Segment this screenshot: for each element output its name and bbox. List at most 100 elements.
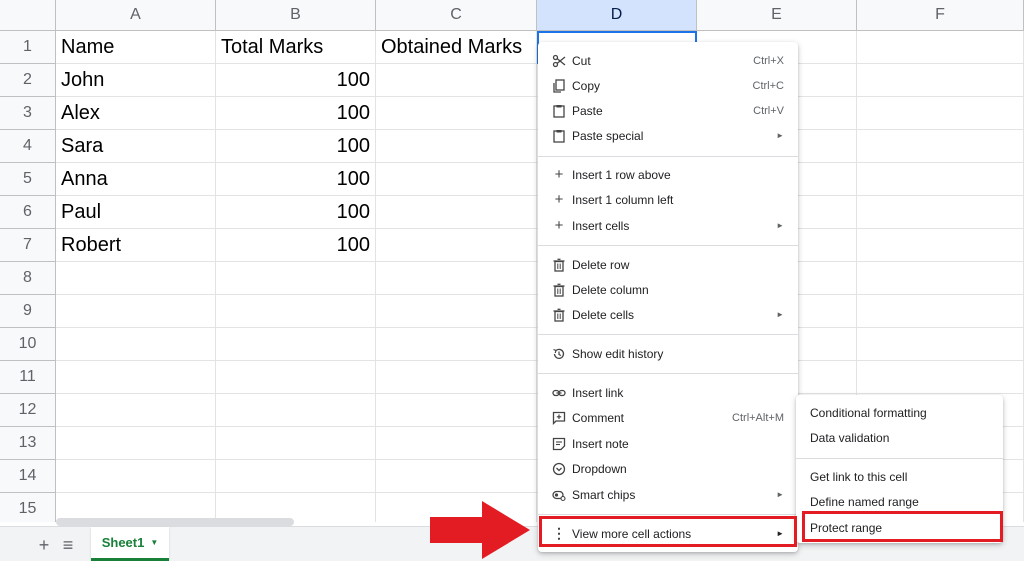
link-icon [552,386,566,400]
grid-cell[interactable] [56,394,216,427]
cell-a5[interactable]: Anna [56,163,216,196]
column-header-d[interactable]: D [537,0,697,31]
row-header-12[interactable]: 12 [0,394,56,427]
grid-cell[interactable] [216,394,376,427]
cell-a2[interactable]: John [56,64,216,97]
menu-item-copy[interactable]: Copy Ctrl+C [538,73,798,98]
menu-item-paste[interactable]: Paste Ctrl+V [538,98,798,123]
grid-cell[interactable] [857,262,1024,295]
grid-cell[interactable] [857,328,1024,361]
grid-cell[interactable] [56,295,216,328]
grid-cell[interactable] [376,262,537,295]
grid-cell[interactable] [216,460,376,493]
row-header-8[interactable]: 8 [0,262,56,295]
menu-item-insert-row-above[interactable]: + Insert 1 row above [538,162,798,187]
cell-b3[interactable]: 100 [216,97,376,130]
submenu-item-data-validation[interactable]: Data validation [796,425,1003,450]
grid-cell[interactable] [857,229,1024,262]
column-header-b[interactable]: B [216,0,376,31]
grid-cell[interactable] [376,328,537,361]
menu-item-delete-cells[interactable]: Delete cells ► [538,302,798,327]
all-sheets-button[interactable]: ≡ [58,535,78,555]
grid-cell[interactable] [56,460,216,493]
row-header-5[interactable]: 5 [0,163,56,196]
row-header-9[interactable]: 9 [0,295,56,328]
row-header-7[interactable]: 7 [0,229,56,262]
grid-cell[interactable] [857,361,1024,394]
cell-b6[interactable]: 100 [216,196,376,229]
menu-item-smart-chips[interactable]: Smart chips ► [538,482,798,507]
menu-item-insert-cells[interactable]: + Insert cells ► [538,213,798,238]
cell-b2[interactable]: 100 [216,64,376,97]
grid-cell[interactable] [376,130,537,163]
grid-cell[interactable] [857,196,1024,229]
menu-item-insert-link[interactable]: Insert link [538,380,798,405]
grid-cell[interactable] [857,130,1024,163]
menu-item-insert-column-left[interactable]: + Insert 1 column left [538,187,798,212]
grid-cell[interactable] [857,64,1024,97]
menu-item-comment[interactable]: Comment Ctrl+Alt+M [538,405,798,430]
menu-item-dropdown[interactable]: Dropdown [538,456,798,481]
menu-item-paste-special[interactable]: Paste special ► [538,123,798,148]
grid-cell[interactable] [376,427,537,460]
cell-a4[interactable]: Sara [56,130,216,163]
grid-cell[interactable] [216,361,376,394]
column-header-a[interactable]: A [56,0,216,31]
row-header-2[interactable]: 2 [0,64,56,97]
menu-item-delete-column[interactable]: Delete column [538,277,798,302]
row-header-1[interactable]: 1 [0,31,56,64]
cell-b4[interactable]: 100 [216,130,376,163]
menu-item-insert-note[interactable]: Insert note [538,431,798,456]
horizontal-scrollbar[interactable] [56,518,294,526]
sheet-tab-sheet1[interactable]: Sheet1 ▼ [91,527,169,561]
menu-item-show-edit-history[interactable]: Show edit history [538,341,798,366]
row-header-13[interactable]: 13 [0,427,56,460]
cell-b5[interactable]: 100 [216,163,376,196]
grid-cell[interactable] [376,97,537,130]
grid-cell[interactable] [857,97,1024,130]
plus-icon: + [554,217,564,234]
grid-cell[interactable] [56,427,216,460]
grid-cell[interactable] [857,295,1024,328]
row-header-14[interactable]: 14 [0,460,56,493]
row-header-15[interactable]: 15 [0,493,56,522]
column-header-c[interactable]: C [376,0,537,31]
grid-cell[interactable] [216,262,376,295]
cell-a1[interactable]: Name [56,31,216,64]
grid-cell[interactable] [216,328,376,361]
grid-cell[interactable] [857,31,1024,64]
grid-cell[interactable] [216,295,376,328]
select-all-corner[interactable] [0,0,56,31]
grid-cell[interactable] [376,460,537,493]
menu-item-delete-row[interactable]: Delete row [538,252,798,277]
grid-cell[interactable] [857,163,1024,196]
column-header-f[interactable]: F [857,0,1024,31]
menu-item-cut[interactable]: Cut Ctrl+X [538,48,798,73]
grid-cell[interactable] [56,328,216,361]
grid-cell[interactable] [376,196,537,229]
row-header-11[interactable]: 11 [0,361,56,394]
row-header-10[interactable]: 10 [0,328,56,361]
add-sheet-button[interactable]: + [34,535,54,555]
grid-cell[interactable] [376,64,537,97]
grid-cell[interactable] [376,394,537,427]
grid-cell[interactable] [376,229,537,262]
cell-b1[interactable]: Total Marks [216,31,376,64]
grid-cell[interactable] [216,427,376,460]
submenu-item-conditional-formatting[interactable]: Conditional formatting [796,400,1003,425]
cell-c1[interactable]: Obtained Marks [376,31,537,64]
cell-a3[interactable]: Alex [56,97,216,130]
grid-cell[interactable] [376,361,537,394]
grid-cell[interactable] [376,163,537,196]
column-header-e[interactable]: E [697,0,857,31]
row-header-3[interactable]: 3 [0,97,56,130]
cell-a6[interactable]: Paul [56,196,216,229]
grid-cell[interactable] [56,361,216,394]
cell-a7[interactable]: Robert [56,229,216,262]
grid-cell[interactable] [376,295,537,328]
grid-cell[interactable] [56,262,216,295]
submenu-item-get-link[interactable]: Get link to this cell [796,464,1003,489]
cell-b7[interactable]: 100 [216,229,376,262]
row-header-6[interactable]: 6 [0,196,56,229]
row-header-4[interactable]: 4 [0,130,56,163]
